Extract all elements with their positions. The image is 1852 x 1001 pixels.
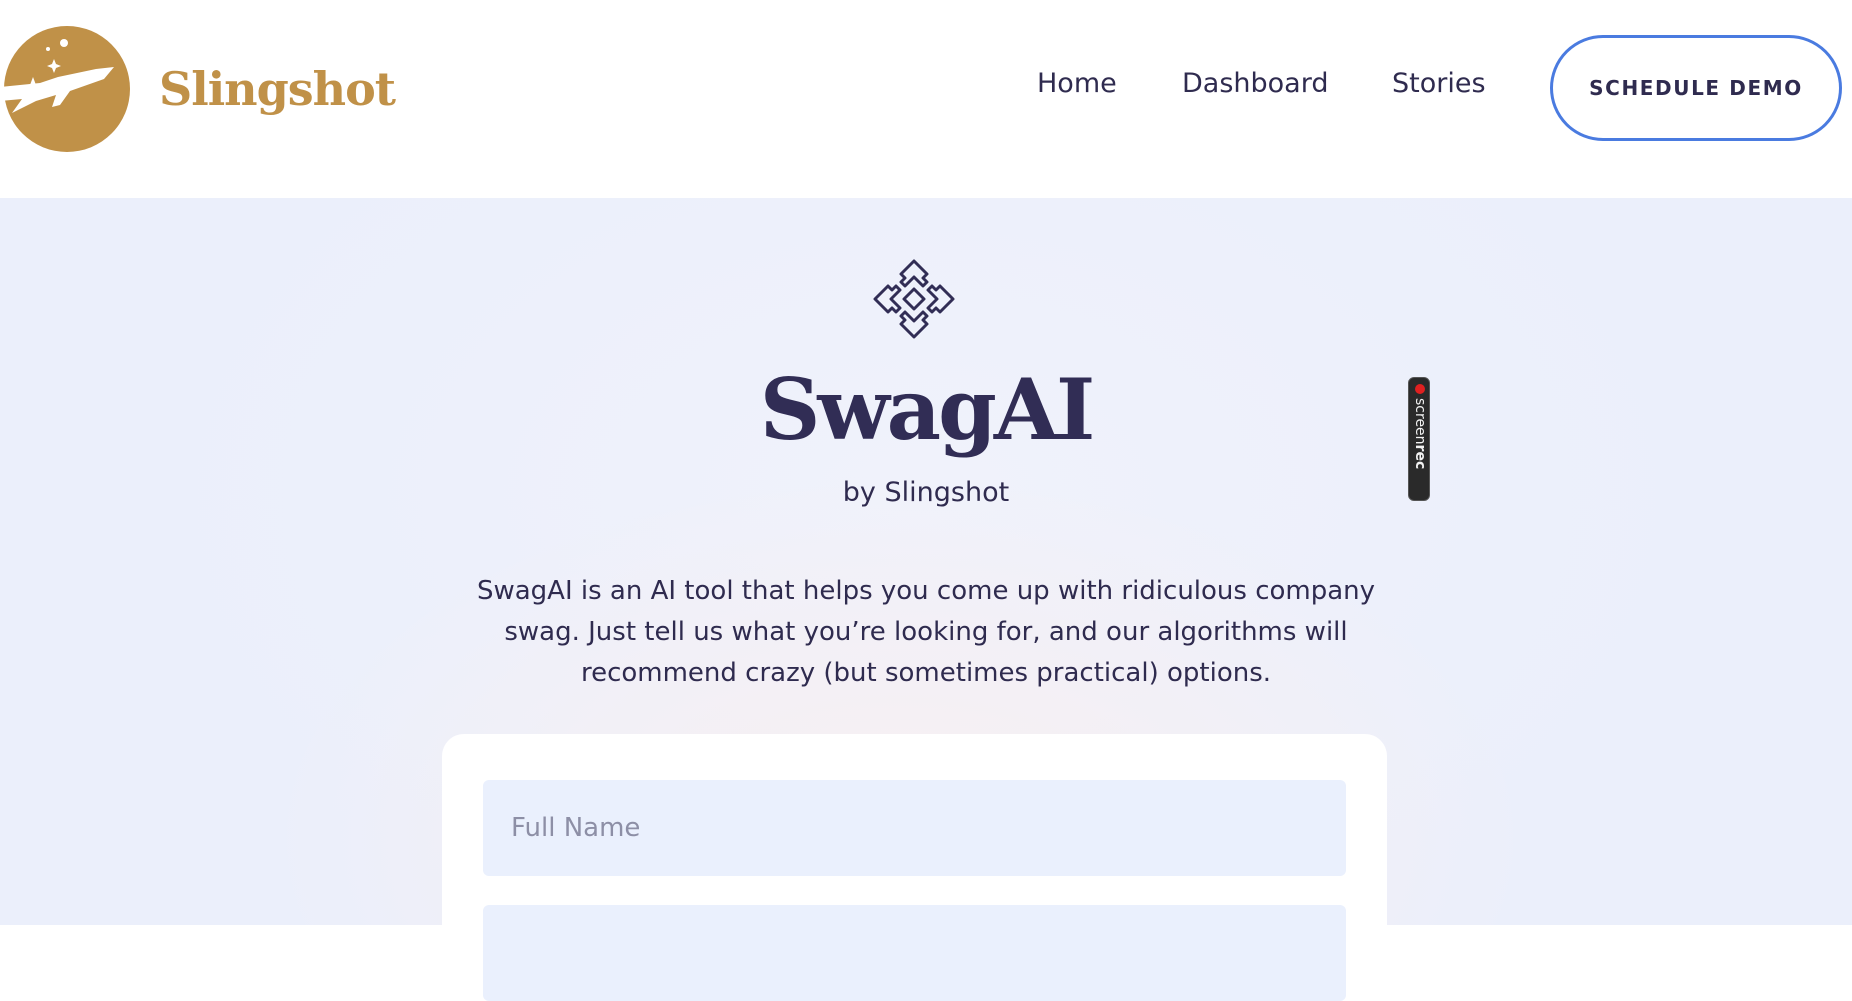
site-header: Slingshot Home Dashboard Stories SCHEDUL… — [0, 0, 1852, 198]
swag-form-card — [442, 734, 1387, 1001]
nav-stories-link[interactable]: Stories — [1392, 66, 1486, 102]
recorder-label-bold: rec — [1412, 444, 1428, 470]
page-subtitle: by Slingshot — [842, 477, 1010, 508]
full-name-input[interactable] — [483, 780, 1346, 876]
record-dot-icon — [1415, 384, 1425, 394]
page-title: SwagAI — [759, 360, 1096, 459]
schedule-demo-button[interactable]: SCHEDULE DEMO — [1550, 35, 1842, 141]
recorder-label-light: screen — [1412, 398, 1428, 445]
recorder-label: screenrec — [1411, 398, 1429, 498]
brand-logo-link[interactable]: Slingshot — [0, 25, 396, 153]
page-description: SwagAI is an AI tool that helps you come… — [476, 576, 1376, 688]
brand-name: Slingshot — [159, 62, 396, 116]
second-form-input[interactable] — [483, 905, 1346, 1001]
nav-dashboard-link[interactable]: Dashboard — [1182, 66, 1328, 102]
screen-recorder-badge[interactable]: screenrec — [1408, 377, 1430, 501]
nav-home-link[interactable]: Home — [1037, 66, 1117, 102]
puzzle-pieces-icon — [873, 259, 955, 339]
slingshot-logo-icon — [0, 26, 130, 152]
